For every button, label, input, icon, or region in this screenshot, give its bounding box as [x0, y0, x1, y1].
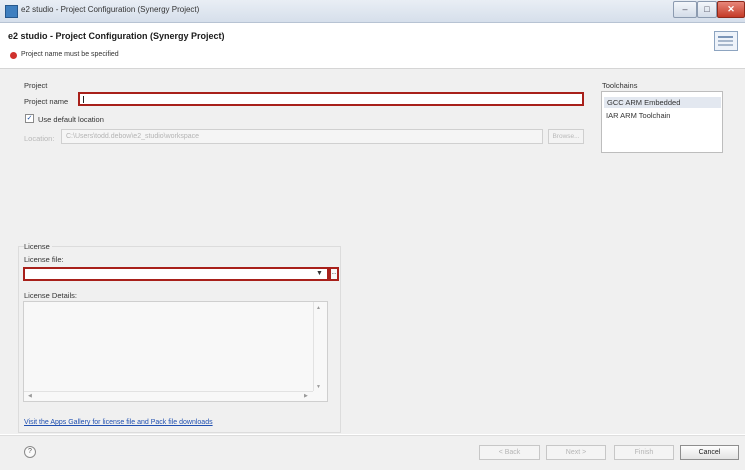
scroll-left-icon[interactable]: ◀ [28, 393, 32, 399]
horizontal-scrollbar[interactable] [24, 391, 313, 402]
close-window-button[interactable]: ✕ [717, 1, 745, 18]
location-label: Location: [24, 134, 55, 143]
cancel-button[interactable]: Cancel [680, 445, 739, 460]
error-message: Project name must be specified [21, 51, 119, 58]
scroll-down-icon[interactable]: ▼ [316, 384, 321, 390]
app-icon [5, 5, 18, 18]
use-default-location-checkbox[interactable]: ✓ [25, 114, 34, 123]
next-button: Next > [546, 445, 606, 460]
apps-gallery-link[interactable]: Visit the Apps Gallery for license file … [24, 419, 213, 426]
maximize-button[interactable]: □ [697, 1, 717, 18]
license-file-select[interactable] [23, 267, 329, 281]
license-details-label: License Details: [24, 291, 77, 300]
project-name-input[interactable] [78, 92, 584, 106]
finish-button: Finish [614, 445, 674, 460]
help-icon[interactable]: ? [24, 446, 36, 458]
back-button: < Back [479, 445, 540, 460]
scroll-up-icon[interactable]: ▲ [316, 305, 321, 311]
toolchain-item-gcc[interactable]: GCC ARM Embedded [604, 97, 721, 108]
minimize-button[interactable]: – [673, 1, 697, 18]
vertical-scrollbar[interactable] [313, 302, 328, 391]
toolchain-item-iar[interactable]: IAR ARM Toolchain [606, 111, 670, 120]
wizard-header [0, 23, 745, 69]
location-value: C:\Users\todd.debow\e2_studio\workspace [66, 133, 200, 140]
use-default-location-label: Use default location [38, 115, 104, 124]
scroll-right-icon[interactable]: ▶ [304, 393, 308, 399]
browse-button: Browse... [548, 129, 584, 144]
window-title: e2 studio - Project Configuration (Syner… [21, 5, 200, 14]
license-group-label: License [24, 242, 52, 251]
chevron-down-icon[interactable]: ▼ [316, 270, 323, 277]
error-icon [10, 52, 17, 59]
license-browse-button[interactable]: ... [329, 267, 339, 281]
license-file-label: License file: [24, 255, 64, 264]
wizard-banner-icon [714, 31, 738, 51]
project-name-label: Project name [24, 97, 69, 106]
license-details-box[interactable] [23, 301, 328, 402]
toolchains-list[interactable]: GCC ARM Embedded IAR ARM Toolchain [601, 91, 723, 153]
toolchains-label: Toolchains [602, 81, 638, 90]
dialog-title: e2 studio - Project Configuration (Syner… [8, 31, 225, 41]
project-group-label: Project [24, 81, 48, 90]
